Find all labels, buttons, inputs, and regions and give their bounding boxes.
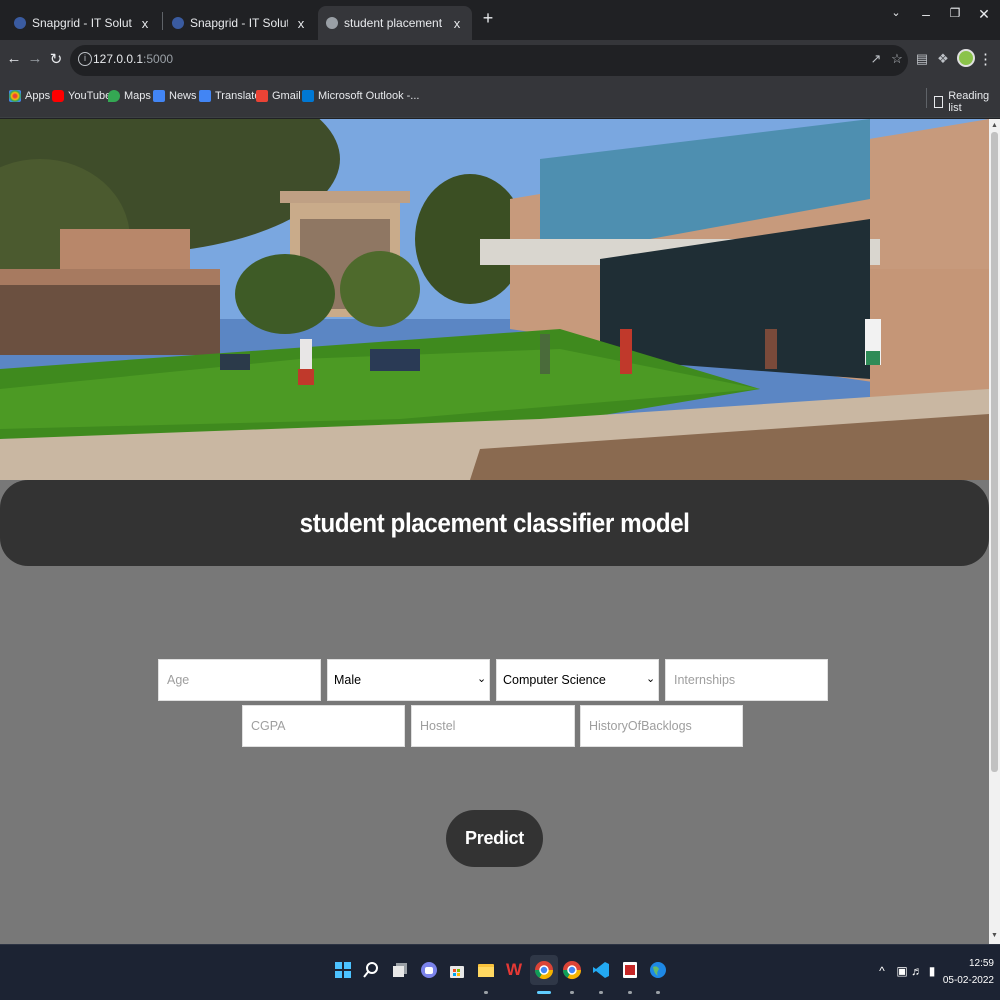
- globe-icon: [172, 17, 184, 29]
- bookmark-apps[interactable]: Apps: [9, 90, 50, 102]
- task-view-icon[interactable]: [386, 955, 414, 985]
- url-text[interactable]: 127.0.0.1:5000: [93, 52, 173, 66]
- stream-select-wrap: Computer Science ⌄: [496, 659, 659, 701]
- youtube-icon: [52, 90, 64, 102]
- extensions-puzzle-icon[interactable]: ❖: [935, 51, 951, 67]
- bookmark-gmail[interactable]: Gmail: [256, 90, 301, 102]
- wps-office-icon[interactable]: W: [500, 955, 528, 985]
- tab-snapgrid-1[interactable]: Snapgrid - IT Solutions and Techn x: [6, 6, 160, 40]
- forward-icon[interactable]: →: [25, 50, 45, 67]
- site-info-icon[interactable]: i: [78, 52, 92, 66]
- page-viewport: student placement classifier model Male …: [0, 119, 989, 944]
- tray-overflow-icon[interactable]: ^: [875, 964, 889, 978]
- scrollbar-thumb[interactable]: [991, 132, 998, 772]
- bookmark-news[interactable]: News: [153, 90, 197, 102]
- reload-icon[interactable]: ↻: [46, 50, 66, 68]
- new-tab-button[interactable]: +: [478, 8, 498, 29]
- hostel-input[interactable]: [411, 705, 575, 747]
- reading-list-button[interactable]: Reading list: [934, 90, 1000, 114]
- search-icon[interactable]: [357, 955, 385, 985]
- gender-select-wrap: Male ⌄: [327, 659, 490, 701]
- file-explorer-icon[interactable]: [472, 955, 500, 985]
- running-indicator: [656, 991, 660, 994]
- globe-icon: [14, 17, 26, 29]
- running-indicator: [628, 991, 632, 994]
- translate-icon: [199, 90, 211, 102]
- gmail-icon: [256, 90, 268, 102]
- gender-select[interactable]: Male: [327, 659, 490, 701]
- bookmark-translate[interactable]: Translate: [199, 90, 260, 102]
- restore-icon[interactable]: ❐: [945, 6, 965, 20]
- running-indicator: [484, 991, 488, 994]
- news-icon: [153, 90, 165, 102]
- profile-avatar[interactable]: [957, 49, 975, 67]
- extension-chart-icon[interactable]: ▤: [914, 51, 930, 67]
- chrome-profile-icon[interactable]: [530, 955, 558, 985]
- window-close-icon[interactable]: ✕: [974, 6, 994, 23]
- vscode-icon[interactable]: [587, 955, 615, 985]
- close-icon[interactable]: x: [138, 16, 152, 31]
- taskbar-clock[interactable]: 12:59 05-02-2022: [940, 955, 994, 989]
- volume-muted-icon[interactable]: ♬: [910, 964, 924, 978]
- bookmarks-divider: [926, 88, 927, 108]
- tab-search-icon[interactable]: ⌄: [886, 6, 906, 19]
- reading-list-icon: [934, 96, 944, 108]
- tab-divider: [162, 12, 163, 30]
- bookmark-outlook[interactable]: Microsoft Outlook -...: [302, 90, 419, 102]
- chrome-icon[interactable]: [558, 955, 586, 985]
- battery-icon[interactable]: ▮: [925, 964, 939, 978]
- apps-grid-icon: [9, 90, 21, 102]
- campus-photo: [0, 119, 989, 480]
- browser-globe-icon[interactable]: [644, 955, 672, 985]
- bookmark-star-icon[interactable]: ☆: [889, 51, 905, 67]
- scroll-up-icon[interactable]: ▲: [991, 122, 998, 129]
- minimize-icon[interactable]: –: [916, 6, 936, 22]
- running-indicator: [599, 991, 603, 994]
- internships-input[interactable]: [665, 659, 828, 701]
- teams-chat-icon[interactable]: [415, 955, 443, 985]
- windows-start-icon[interactable]: [329, 955, 357, 985]
- age-input[interactable]: [158, 659, 321, 701]
- address-bar[interactable]: [70, 45, 908, 76]
- cgpa-input[interactable]: [242, 705, 405, 747]
- tab-active-classifier[interactable]: student placement classifier mod x: [318, 6, 472, 40]
- outlook-icon: [302, 90, 314, 102]
- campus-hero-image: [0, 119, 989, 480]
- share-icon[interactable]: ↗: [868, 51, 884, 67]
- scroll-down-icon[interactable]: ▼: [991, 932, 998, 939]
- maps-icon: [108, 90, 120, 102]
- globe-icon: [326, 17, 338, 29]
- microsoft-store-icon[interactable]: [443, 955, 471, 985]
- bookmark-youtube[interactable]: YouTube: [52, 90, 111, 102]
- app-icon[interactable]: [616, 955, 644, 985]
- title-banner: student placement classifier model: [0, 480, 989, 566]
- bookmark-maps[interactable]: Maps: [108, 90, 151, 102]
- running-indicator: [570, 991, 574, 994]
- tab-snapgrid-2[interactable]: Snapgrid - IT Solutions and Techn x: [164, 6, 316, 40]
- close-icon[interactable]: x: [450, 16, 464, 31]
- active-indicator: [537, 991, 551, 994]
- back-icon[interactable]: ←: [4, 50, 24, 67]
- backlogs-input[interactable]: [580, 705, 743, 747]
- predict-button[interactable]: Predict: [446, 810, 543, 867]
- close-icon[interactable]: x: [294, 16, 308, 31]
- menu-kebab-icon[interactable]: ⋮: [978, 50, 993, 68]
- stream-select[interactable]: Computer Science: [496, 659, 659, 701]
- page-title: student placement classifier model: [299, 507, 690, 538]
- network-icon[interactable]: ▣: [895, 964, 909, 978]
